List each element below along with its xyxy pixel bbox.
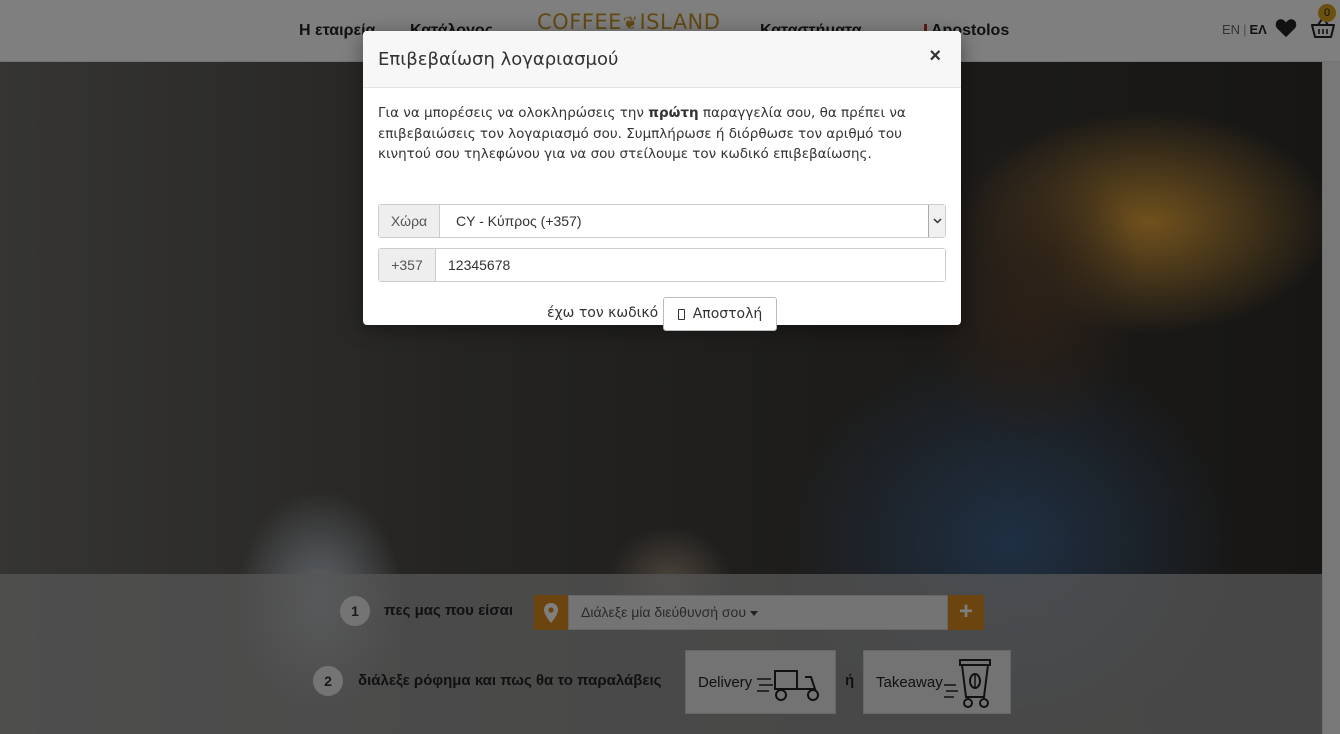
phone-prefix: +357 [379, 249, 436, 281]
country-select-group: Χώρα CY - Κύπρος (+357) [378, 204, 946, 238]
country-select[interactable]: CY - Κύπρος (+357) [440, 205, 945, 237]
modal-title: Επιβεβαίωση λογαριασμού [378, 49, 619, 70]
phone-input-group: +357 12345678 [378, 248, 946, 282]
phone-icon [677, 308, 685, 320]
modal-body: Για να μπορέσεις να ολοκληρώσεις την πρώ… [378, 103, 946, 331]
intro-text-start: Για να μπορέσεις να ολοκληρώσεις την [378, 105, 649, 121]
modal-header: Επιβεβαίωση λογαριασμού × [363, 31, 961, 88]
country-label: Χώρα [379, 205, 440, 237]
send-code-button[interactable]: Αποστολή [663, 297, 777, 331]
have-code-link[interactable]: έχω τον κωδικό [547, 305, 658, 321]
phone-input[interactable]: 12345678 [436, 249, 945, 281]
intro-text-bold: πρώτη [648, 105, 699, 121]
send-label: Αποστολή [692, 306, 763, 322]
phone-value: 12345678 [448, 257, 511, 273]
close-icon[interactable]: × [929, 45, 941, 68]
account-verification-modal: Επιβεβαίωση λογαριασμού × Για να μπορέσε… [363, 31, 961, 331]
intro-text: Για να μπορέσεις να ολοκληρώσεις την πρώ… [378, 103, 946, 165]
modal-actions: έχω τον κωδικό Αποστολή [378, 297, 946, 331]
country-value: CY - Κύπρος (+357) [456, 213, 582, 229]
chevron-down-icon[interactable] [928, 205, 945, 237]
